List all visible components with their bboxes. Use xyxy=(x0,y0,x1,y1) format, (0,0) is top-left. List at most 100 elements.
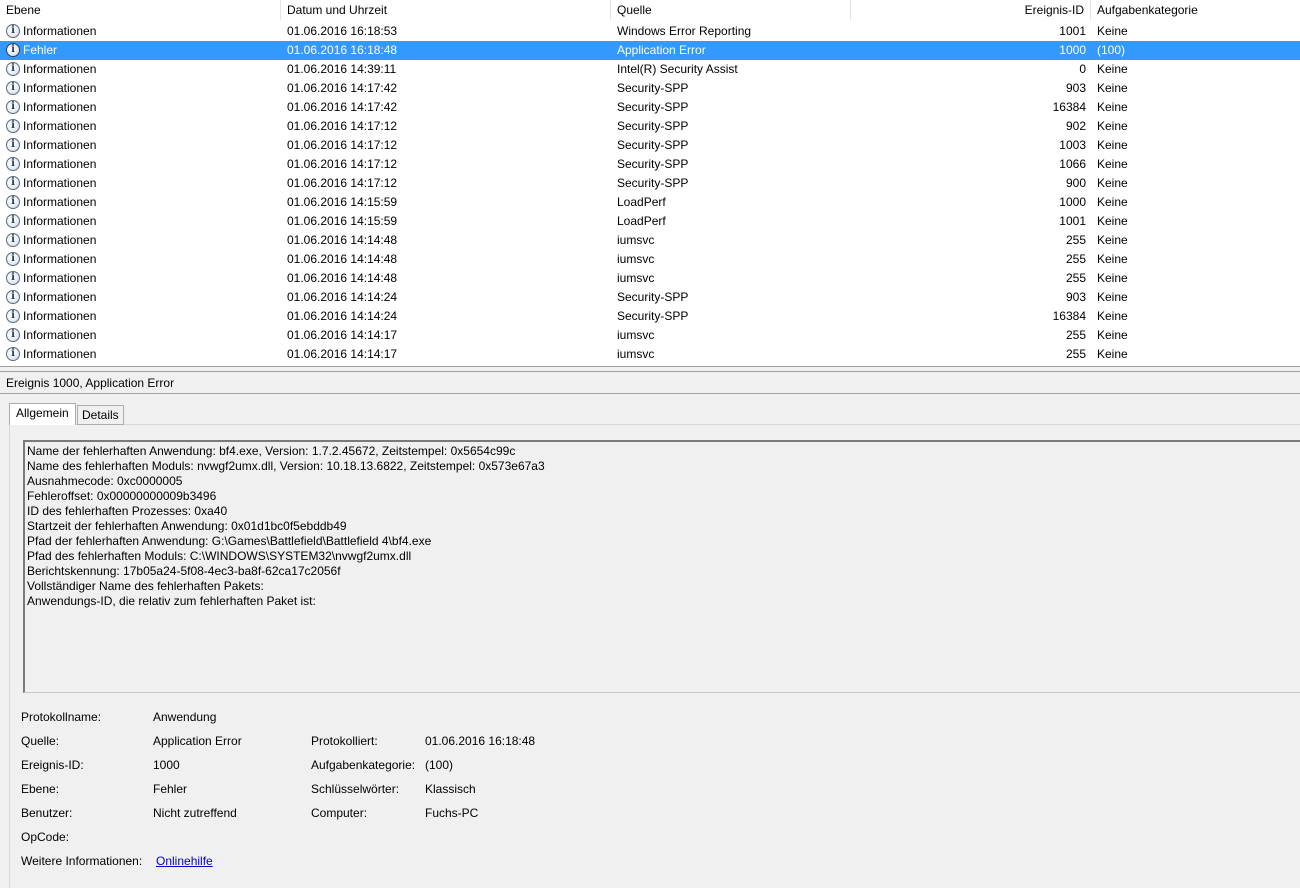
event-category: Keine xyxy=(1097,138,1128,152)
event-source: Security-SPP xyxy=(617,138,689,152)
event-row[interactable]: i Informationen 01.06.2016 14:14:48 iumsvc 2… xyxy=(0,231,1300,250)
detail-title: Ereignis 1000, Application Error xyxy=(6,376,175,390)
event-date: 01.06.2016 14:14:48 xyxy=(287,233,398,247)
event-row[interactable]: i Informationen 01.06.2016 14:17:12 Securit… xyxy=(0,136,1300,155)
event-category: Keine xyxy=(1097,347,1128,361)
event-row[interactable]: i Informationen 01.06.2016 14:39:11 Intel(R… xyxy=(0,60,1300,79)
event-id-value: 1000 xyxy=(153,758,180,772)
event-date: 01.06.2016 14:14:17 xyxy=(287,347,398,361)
event-level: Informationen xyxy=(23,328,97,342)
info-circle-icon: i xyxy=(6,62,20,76)
info-circle-icon: i xyxy=(6,119,20,133)
event-row[interactable]: i Informationen 01.06.2016 14:14:17 iumsvc 2… xyxy=(0,326,1300,345)
event-list[interactable]: Ebene Datum und Uhrzeit Quelle Ereignis-… xyxy=(0,0,1300,366)
event-category: Keine xyxy=(1097,157,1128,171)
column-date[interactable]: Datum und Uhrzeit xyxy=(281,0,611,20)
event-id: 255 xyxy=(1065,252,1086,266)
level-value: Fehler xyxy=(153,782,188,796)
event-source: Windows Error Reporting xyxy=(617,24,752,38)
column-task-category[interactable]: Aufgabenkategorie xyxy=(1091,0,1300,20)
event-level: Informationen xyxy=(23,271,97,285)
event-level: Informationen xyxy=(23,195,97,209)
description-line: Vollständiger Name des fehlerhaften Pake… xyxy=(27,579,264,593)
event-row[interactable]: i Informationen 01.06.2016 14:14:48 iumsvc 2… xyxy=(0,250,1300,269)
computer-label: Computer: xyxy=(311,806,368,820)
description-line: Name der fehlerhaften Anwendung: bf4.exe… xyxy=(27,444,516,458)
level-label: Ebene: xyxy=(21,782,60,796)
event-date: 01.06.2016 16:18:53 xyxy=(287,24,398,38)
event-date: 01.06.2016 14:14:48 xyxy=(287,271,398,285)
info-circle-icon: i xyxy=(6,252,20,266)
event-id: 1066 xyxy=(1059,157,1086,171)
event-date: 01.06.2016 14:17:42 xyxy=(287,100,398,114)
computer-value: Fuchs-PC xyxy=(425,806,479,820)
event-row[interactable]: i Informationen 01.06.2016 14:17:42 Securit… xyxy=(0,79,1300,98)
opcode-label: OpCode: xyxy=(21,830,70,844)
event-row[interactable]: i Informationen 01.06.2016 14:14:24 Securit… xyxy=(0,288,1300,307)
event-row[interactable]: i Informationen 01.06.2016 14:15:59 LoadPer… xyxy=(0,193,1300,212)
event-id: 1000 xyxy=(1059,43,1086,57)
event-row[interactable]: i Informationen 01.06.2016 14:14:24 Securit… xyxy=(0,307,1300,326)
column-header: Ebene Datum und Uhrzeit Quelle Ereignis-… xyxy=(0,0,1300,20)
event-level: Informationen xyxy=(23,119,97,133)
description-line: Berichtskennung: 17b05a24-5f08-4ec3-ba8f… xyxy=(27,564,341,578)
event-level: Informationen xyxy=(23,176,97,190)
event-category: Keine xyxy=(1097,214,1128,228)
event-row[interactable]: i Informationen 01.06.2016 14:14:17 iumsvc 2… xyxy=(0,345,1300,364)
description-line: Fehleroffset: 0x00000000009b3496 xyxy=(27,489,217,503)
event-category: Keine xyxy=(1097,81,1128,95)
event-source: iumsvc xyxy=(617,271,655,285)
event-row[interactable]: i Informationen 01.06.2016 14:14:48 iumsvc 2… xyxy=(0,269,1300,288)
event-date: 01.06.2016 14:17:12 xyxy=(287,176,398,190)
event-id: 903 xyxy=(1065,290,1086,304)
splitter[interactable] xyxy=(0,366,1300,372)
event-level: Informationen xyxy=(23,24,97,38)
info-circle-icon: i xyxy=(6,195,20,209)
user-label: Benutzer: xyxy=(21,806,73,820)
column-level[interactable]: Ebene xyxy=(0,0,281,20)
info-circle-icon: i xyxy=(6,347,20,361)
event-id: 255 xyxy=(1065,347,1086,361)
task-category-value: (100) xyxy=(425,758,454,772)
event-date: 01.06.2016 14:14:24 xyxy=(287,309,398,323)
event-row[interactable]: i Informationen 01.06.2016 14:17:12 Securit… xyxy=(0,174,1300,193)
event-id: 255 xyxy=(1065,328,1086,342)
event-category: Keine xyxy=(1097,309,1128,323)
event-level: Informationen xyxy=(23,290,97,304)
event-source: LoadPerf xyxy=(617,214,666,228)
column-source[interactable]: Quelle xyxy=(611,0,851,20)
event-row[interactable]: i Informationen 01.06.2016 14:17:42 Securit… xyxy=(0,98,1300,117)
event-date: 01.06.2016 14:17:12 xyxy=(287,119,398,133)
source-value: Application Error xyxy=(153,734,242,748)
event-id: 0 xyxy=(1079,62,1086,76)
info-circle-icon: i xyxy=(6,157,20,171)
event-description[interactable]: Name der fehlerhaften Anwendung: bf4.exe… xyxy=(23,440,1300,693)
tab-general[interactable]: Allgemein xyxy=(9,403,76,425)
event-row[interactable]: i Informationen 01.06.2016 14:17:12 Securit… xyxy=(0,155,1300,174)
event-row[interactable]: i Informationen 01.06.2016 14:17:12 Securit… xyxy=(0,117,1300,136)
event-date: 01.06.2016 14:14:48 xyxy=(287,252,398,266)
event-source: Security-SPP xyxy=(617,290,689,304)
column-event-id[interactable]: Ereignis-ID xyxy=(851,0,1091,20)
event-row[interactable]: i Fehler 01.06.2016 16:18:48 Application Er… xyxy=(0,41,1300,60)
event-source: Security-SPP xyxy=(617,100,689,114)
description-line: Pfad der fehlerhaften Anwendung: G:\Game… xyxy=(27,534,432,548)
info-circle-icon: i xyxy=(6,24,20,38)
event-row[interactable]: i Informationen 01.06.2016 16:18:53 Windows… xyxy=(0,22,1300,41)
event-id-label: Ereignis-ID: xyxy=(21,758,84,772)
keywords-value: Klassisch xyxy=(425,782,476,796)
event-date: 01.06.2016 16:18:48 xyxy=(287,43,398,57)
logged-value: 01.06.2016 16:18:48 xyxy=(425,734,536,748)
event-id: 902 xyxy=(1065,119,1086,133)
online-help-link[interactable]: Onlinehilfe xyxy=(156,854,213,868)
event-level: Informationen xyxy=(23,347,97,361)
info-circle-icon: i xyxy=(6,43,20,57)
event-category: Keine xyxy=(1097,176,1128,190)
event-category: Keine xyxy=(1097,271,1128,285)
tab-details[interactable]: Details xyxy=(77,405,124,425)
description-line: Anwendungs-ID, die relativ zum fehlerhaf… xyxy=(27,594,316,608)
event-date: 01.06.2016 14:17:42 xyxy=(287,81,398,95)
source-label: Quelle: xyxy=(21,734,60,748)
event-row[interactable]: i Informationen 01.06.2016 14:15:59 LoadPer… xyxy=(0,212,1300,231)
more-info-label: Weitere Informationen: xyxy=(21,854,143,868)
